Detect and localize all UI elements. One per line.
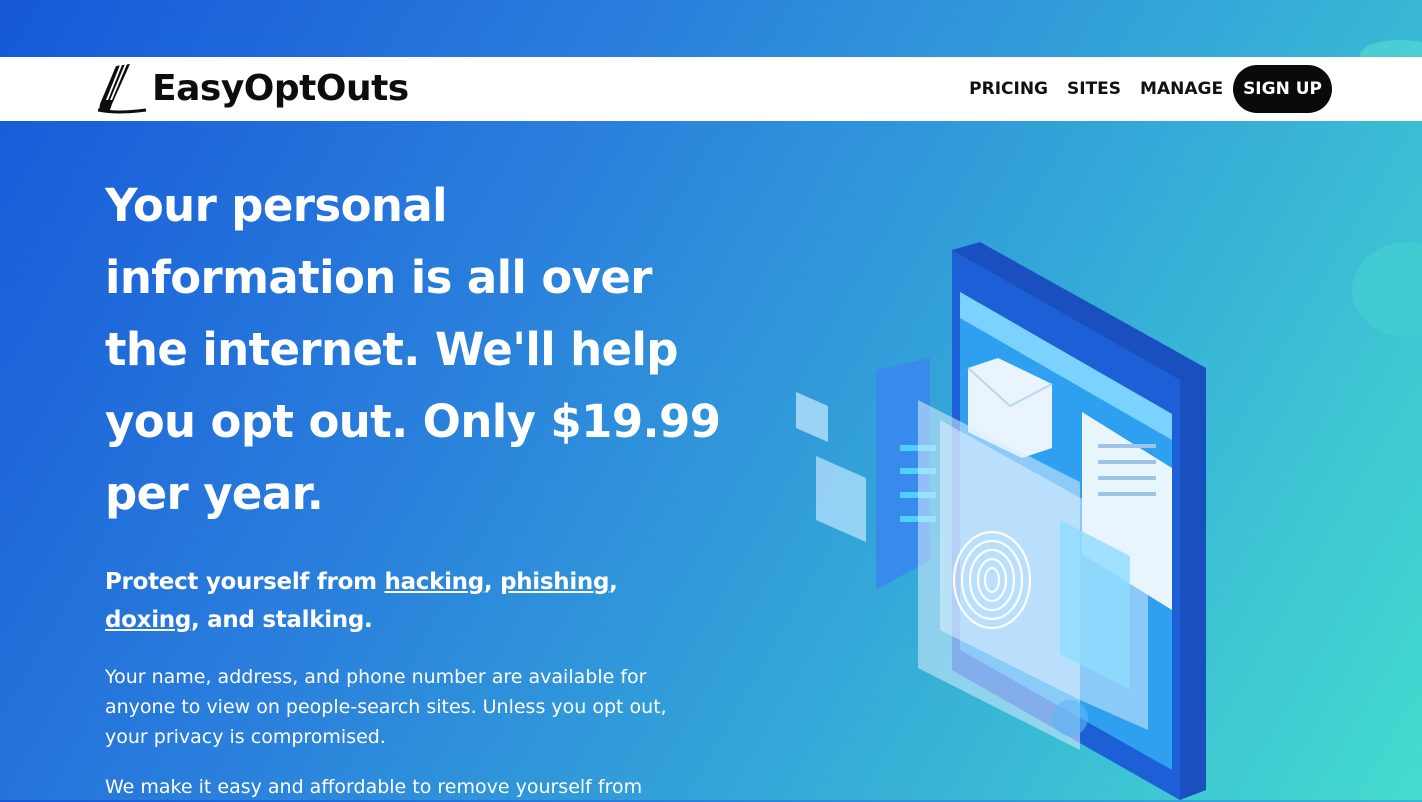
nav-manage[interactable]: MANAGE (1140, 79, 1223, 99)
hero-headline: Your personal information is all over th… (105, 179, 721, 520)
brand-name: EasyOptOuts (152, 67, 409, 109)
signup-button[interactable]: SIGN UP (1233, 65, 1332, 113)
logo[interactable]: EasyOptOuts (98, 57, 409, 121)
protect-sep: , (483, 569, 501, 595)
nav-pricing[interactable]: PRICING (969, 79, 1048, 99)
protect-prefix: Protect yourself from (105, 569, 385, 595)
phone-fingerprint-illustration (796, 242, 1206, 800)
protect-sep: , (609, 569, 618, 595)
eraser-icon (98, 64, 147, 114)
protect-suffix: , and stalking. (191, 607, 373, 633)
nav-sites[interactable]: SITES (1067, 79, 1121, 99)
doxing-link[interactable]: doxing (105, 607, 191, 633)
hacking-link[interactable]: hacking (384, 569, 484, 595)
nav-links: PRICING SITES MANAGE SIGN UP (950, 65, 1332, 113)
top-gradient-band (0, 0, 1422, 57)
hero-paragraph-2: We make it easy and affordable to remove… (105, 776, 643, 798)
decor-blob (1352, 242, 1422, 337)
hero-paragraph-1: Your name, address, and phone number are… (105, 666, 667, 748)
navbar: EasyOptOuts PRICING SITES MANAGE SIGN UP (0, 57, 1422, 121)
protect-tagline: Protect yourself from hacking, phishing,… (105, 563, 665, 639)
phishing-link[interactable]: phishing (500, 569, 609, 595)
